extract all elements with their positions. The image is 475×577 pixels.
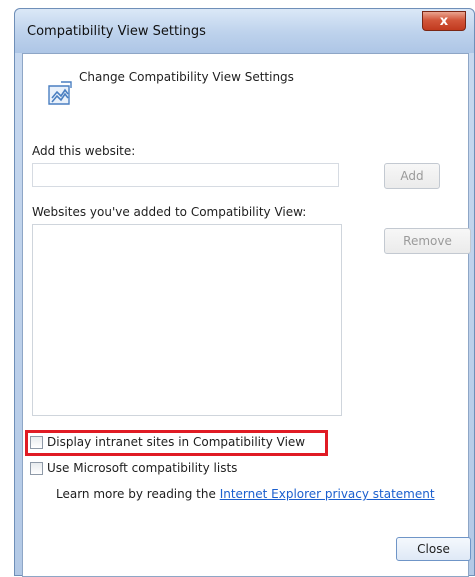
ms-lists-checkbox[interactable]	[30, 462, 43, 475]
ms-lists-label: Use Microsoft compatibility lists	[47, 461, 238, 475]
header-label: Change Compatibility View Settings	[79, 70, 294, 84]
close-button[interactable]: Close	[396, 537, 471, 561]
add-website-input[interactable]	[32, 163, 339, 187]
window-title: Compatibility View Settings	[27, 24, 206, 39]
added-sites-list[interactable]	[32, 224, 342, 416]
close-window-button[interactable]: x	[422, 11, 466, 31]
remove-button[interactable]: Remove	[384, 228, 471, 254]
learn-more-prefix: Learn more by reading the	[56, 487, 220, 501]
added-sites-label: Websites you've added to Compatibility V…	[32, 205, 307, 219]
add-website-label: Add this website:	[32, 144, 136, 158]
compatibility-view-icon	[48, 81, 72, 105]
add-button[interactable]: Add	[384, 163, 440, 189]
learn-more-text: Learn more by reading the Internet Explo…	[56, 487, 435, 501]
highlight-box	[25, 430, 328, 456]
privacy-statement-link[interactable]: Internet Explorer privacy statement	[220, 487, 435, 501]
close-icon: x	[439, 14, 449, 29]
ms-lists-option[interactable]: Use Microsoft compatibility lists	[30, 461, 237, 475]
title-bar[interactable]: Compatibility View Settings x	[15, 9, 474, 53]
